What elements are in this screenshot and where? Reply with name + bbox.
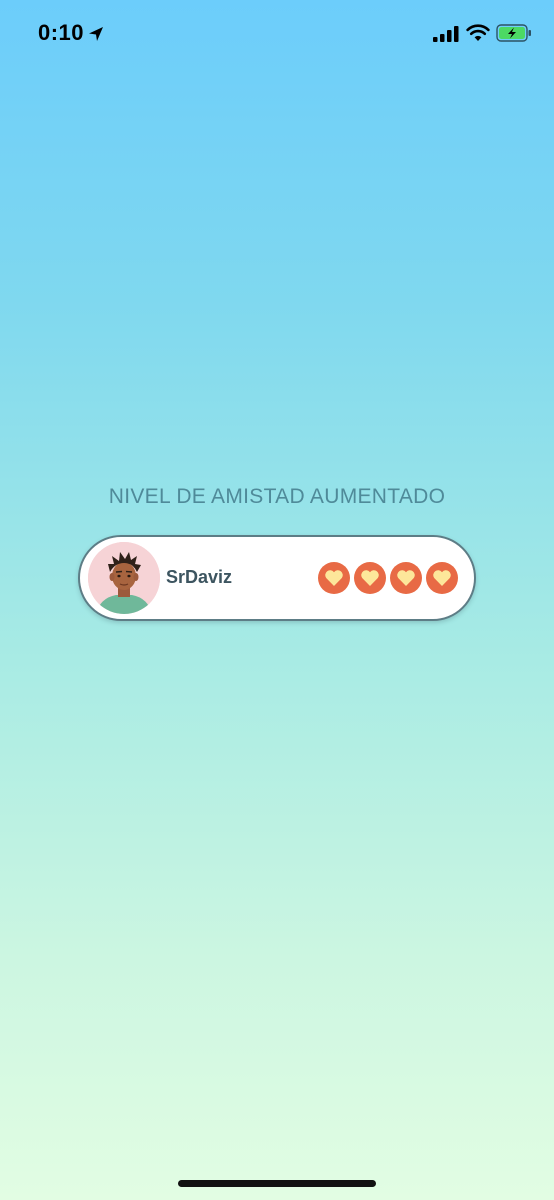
wifi-icon [466,24,490,41]
heart-icon [354,562,386,594]
location-arrow-icon [89,27,103,41]
heart-icon [318,562,350,594]
heart-icon [390,562,422,594]
trainer-avatar-image [88,542,160,614]
signal-bars-icon [433,26,459,42]
friend-name: SrDaviz [166,567,233,587]
battery-charging-icon [496,24,531,42]
home-indicator[interactable] [178,1180,376,1187]
friendship-level-heading: NIVEL DE AMISTAD AUMENTADO [108,485,446,508]
status-bar: 0:10 [0,0,554,70]
friend-card[interactable]: SrDaviz [78,535,476,621]
status-time: 0:10 [38,20,85,45]
heart-icon [426,562,458,594]
friendship-hearts [318,562,458,594]
avatar [88,542,160,614]
